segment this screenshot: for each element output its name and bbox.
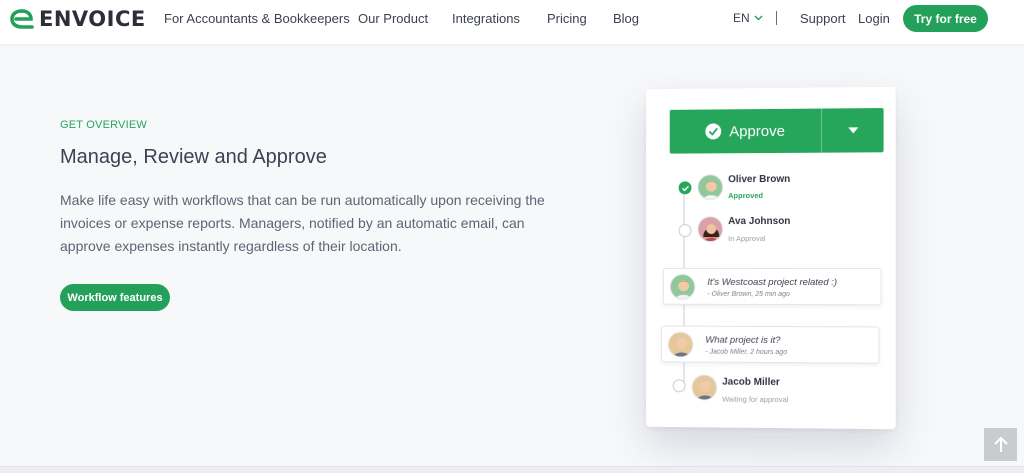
timeline-connector — [683, 236, 685, 268]
nav-support[interactable]: Support — [800, 0, 846, 40]
approve-dropdown-toggle[interactable] — [822, 108, 884, 153]
try-for-free-button[interactable]: Try for free — [903, 5, 988, 32]
avatar-jacob-miller — [667, 331, 694, 358]
nav-item-accountants[interactable]: For Accountants & Bookkeepers — [164, 11, 350, 26]
avatar-ava-johnson — [697, 216, 724, 243]
section-eyebrow: GET OVERVIEW — [60, 119, 147, 131]
nav-login[interactable]: Login — [858, 0, 890, 40]
avatar-oliver-brown — [669, 273, 696, 300]
comment-bubble: It's Westcoast project related :) - Oliv… — [662, 267, 882, 306]
comment-text: It's Westcoast project related :) — [707, 276, 838, 289]
language-selector[interactable]: EN — [733, 11, 763, 25]
check-circle-icon — [705, 123, 722, 140]
comment-meta: - Oliver Brown, 25 min ago — [707, 290, 790, 299]
section-description: Make life easy with workflows that can b… — [60, 192, 545, 254]
approve-label: Approve — [729, 122, 785, 140]
step-pending-circle-icon — [672, 379, 686, 393]
comment-bubble: What project is it? - Jacob Miller, 2 ho… — [660, 325, 880, 364]
approve-button[interactable]: Approve — [669, 108, 823, 154]
brand-logo[interactable]: ENVOICE — [9, 7, 146, 31]
avatar-jacob-miller — [691, 374, 718, 401]
nav-item-our-product[interactable]: Our Product — [358, 11, 428, 26]
arrow-up-icon — [993, 436, 1008, 452]
step-name: Jacob Miller — [722, 376, 780, 389]
scroll-to-top-button[interactable] — [984, 428, 1017, 461]
step-status: Waiting for approval — [722, 394, 789, 405]
page-bottom-edge — [0, 466, 1024, 473]
comment-text: What project is it? — [705, 334, 781, 347]
workflow-features-button[interactable]: Workflow features — [60, 284, 170, 311]
timeline-connector — [683, 194, 685, 229]
caret-down-icon — [847, 127, 858, 134]
approval-card: Approve Oliver Brown Approved Ava Johnso… — [645, 86, 896, 430]
step-pending-circle-icon — [678, 224, 692, 238]
section-title: Manage, Review and Approve — [60, 146, 327, 168]
nav-item-integrations[interactable]: Integrations — [452, 11, 520, 26]
site-header: ENVOICE For Accountants & Bookkeepers Ou… — [0, 0, 1024, 44]
envoice-logo-icon — [9, 8, 35, 30]
step-name: Oliver Brown — [728, 173, 791, 186]
step-approved-check-icon — [678, 181, 692, 195]
approval-card-panel: Approve Oliver Brown Approved Ava Johnso… — [646, 86, 896, 430]
comment-meta: - Jacob Miller, 2 hours ago — [705, 348, 788, 357]
language-label: EN — [733, 11, 750, 25]
avatar-oliver-brown — [697, 174, 724, 201]
approve-split-button: Approve — [669, 108, 884, 154]
step-status-approved: Approved — [728, 191, 764, 201]
nav-divider — [776, 11, 777, 25]
step-status: In Approval — [728, 234, 766, 244]
nav-item-pricing[interactable]: Pricing — [547, 11, 587, 26]
step-name: Ava Johnson — [728, 215, 791, 228]
nav-item-blog[interactable]: Blog — [613, 11, 639, 26]
chevron-down-icon — [754, 15, 763, 21]
brand-name: ENVOICE — [39, 7, 146, 31]
